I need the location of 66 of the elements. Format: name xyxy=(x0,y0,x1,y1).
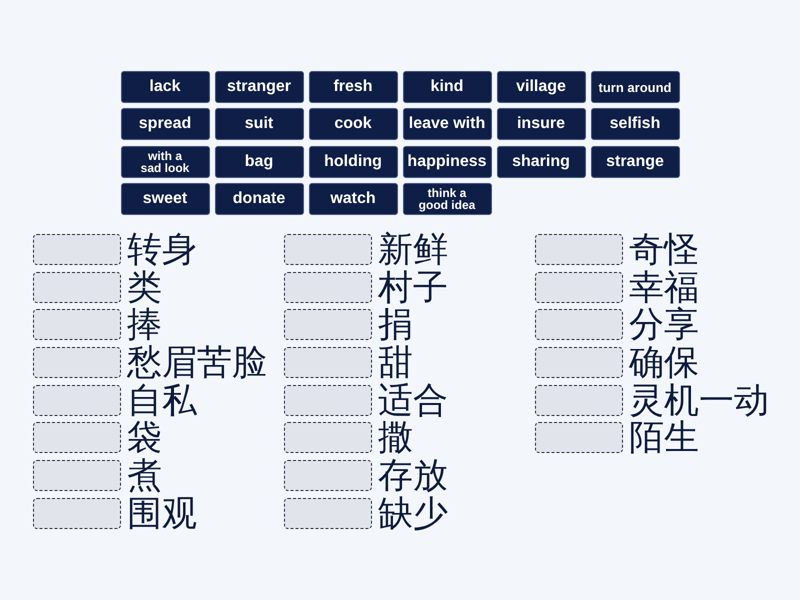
answer-box[interactable] xyxy=(33,346,121,378)
prompt-text: 奇怪 xyxy=(629,232,699,268)
word-tile[interactable]: donate xyxy=(214,182,304,215)
word-tile[interactable]: happiness xyxy=(402,146,492,178)
word-tile[interactable]: sharing xyxy=(496,146,586,178)
word-tile[interactable]: fresh xyxy=(308,71,398,103)
prompt-text: 捐 xyxy=(378,308,413,344)
word-tile[interactable]: watch xyxy=(308,182,398,215)
prompt-text: 愁眉苦脸 xyxy=(127,346,267,381)
prompt-text: 自私 xyxy=(127,384,197,419)
word-tile[interactable]: spread xyxy=(120,108,210,140)
word-tile[interactable]: cook xyxy=(308,108,398,140)
word-tile[interactable]: village xyxy=(496,71,586,103)
answer-box[interactable] xyxy=(535,346,623,378)
prompt-text: 幸福 xyxy=(629,270,699,306)
answer-box[interactable] xyxy=(33,234,121,265)
prompt-text: 新鲜 xyxy=(378,232,448,268)
prompt-text: 类 xyxy=(127,270,162,306)
answer-box[interactable] xyxy=(284,346,372,378)
answer-box[interactable] xyxy=(284,272,372,303)
answer-box[interactable] xyxy=(33,309,121,340)
answer-box[interactable] xyxy=(33,460,121,492)
word-tile[interactable]: lack xyxy=(120,71,210,103)
answer-box[interactable] xyxy=(284,384,372,416)
prompt-text: 撒 xyxy=(378,421,413,456)
answer-box[interactable] xyxy=(535,234,623,265)
word-tile[interactable]: sweet xyxy=(120,182,210,215)
prompt-text: 捧 xyxy=(127,308,162,344)
prompt-text: 适合 xyxy=(378,384,448,419)
word-tile[interactable]: insure xyxy=(496,108,586,140)
prompt-text: 转身 xyxy=(127,232,197,268)
prompt-text: 煮 xyxy=(127,459,162,494)
answer-box[interactable] xyxy=(284,460,372,492)
answer-box[interactable] xyxy=(284,234,372,265)
prompt-text: 陌生 xyxy=(629,421,699,456)
prompt-text: 围观 xyxy=(127,496,197,532)
answer-box[interactable] xyxy=(33,422,121,454)
word-tile[interactable]: bag xyxy=(214,146,304,178)
answer-box[interactable] xyxy=(535,309,623,340)
answer-box[interactable] xyxy=(535,384,623,416)
answer-box[interactable] xyxy=(535,272,623,303)
prompt-text: 袋 xyxy=(127,421,162,456)
answer-box[interactable] xyxy=(33,384,121,416)
word-tile[interactable]: think a good idea xyxy=(402,182,492,215)
answer-box[interactable] xyxy=(284,498,372,529)
word-tile[interactable]: stranger xyxy=(214,71,304,103)
prompt-text: 分享 xyxy=(629,308,699,344)
word-tile[interactable]: strange xyxy=(590,146,680,178)
word-tile[interactable]: leave with xyxy=(402,108,492,140)
word-tile[interactable]: holding xyxy=(308,146,398,178)
word-tile[interactable]: turn around xyxy=(590,71,680,103)
prompt-text: 村子 xyxy=(378,270,448,306)
answer-box[interactable] xyxy=(33,272,121,303)
prompt-text: 确保 xyxy=(629,346,699,381)
word-tile[interactable]: suit xyxy=(214,108,304,140)
prompt-text: 存放 xyxy=(378,459,448,494)
answer-box[interactable] xyxy=(284,309,372,340)
answer-box[interactable] xyxy=(535,422,623,454)
prompt-text: 甜 xyxy=(378,346,413,381)
answer-box[interactable] xyxy=(284,422,372,454)
prompt-text: 缺少 xyxy=(378,496,448,532)
word-tile[interactable]: selfish xyxy=(590,108,680,140)
word-tile[interactable]: with a sad look xyxy=(120,146,210,178)
answer-box[interactable] xyxy=(33,498,121,529)
word-tile[interactable]: kind xyxy=(402,71,492,103)
prompt-text: 灵机一动 xyxy=(629,384,769,419)
